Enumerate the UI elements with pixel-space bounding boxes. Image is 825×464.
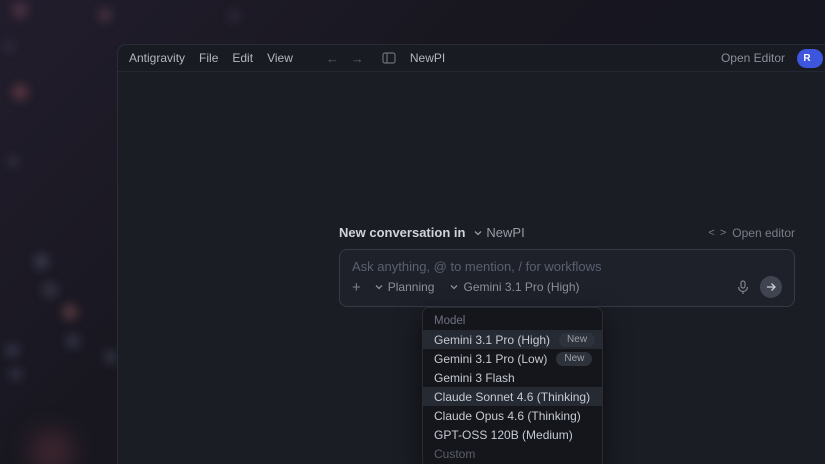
bokeh-dot [98, 8, 112, 22]
forward-arrow-icon[interactable]: → [351, 51, 364, 66]
model-option-claude-sonnet-46[interactable]: Claude Sonnet 4.6 (Thinking) [423, 387, 602, 406]
new-badge: New [556, 351, 593, 366]
account-avatar-badge[interactable]: R [797, 48, 823, 68]
prompt-input[interactable] [352, 259, 782, 274]
bokeh-dot [4, 42, 14, 52]
back-arrow-icon[interactable]: ← [326, 51, 339, 66]
model-option-gemini-31-pro-high[interactable]: Gemini 3.1 Pro (High) New [423, 330, 602, 349]
window-title: NewPI [409, 51, 446, 65]
bokeh-dot [30, 430, 74, 464]
conversation-heading: New conversation in [339, 225, 466, 240]
chevron-down-icon [375, 285, 383, 290]
bokeh-dot [34, 254, 49, 269]
prompt-composer: + Planning Gemini 3.1 Pro (High) [339, 249, 795, 307]
model-option-gemini-3-flash[interactable]: Gemini 3 Flash [423, 368, 602, 387]
bokeh-dot [12, 84, 28, 100]
bokeh-dot [8, 156, 19, 167]
project-selector[interactable]: NewPI [474, 225, 525, 240]
model-selector-label: Gemini 3.1 Pro (High) [463, 280, 580, 294]
mode-selector-label: Planning [387, 280, 435, 294]
bokeh-dot [42, 282, 58, 298]
model-option-claude-opus-46[interactable]: Claude Opus 4.6 (Thinking) [423, 406, 602, 425]
project-name: NewPI [486, 225, 525, 240]
model-selector[interactable]: Gemini 3.1 Pro (High) [450, 280, 580, 294]
model-option-gpt-oss-120b[interactable]: GPT-OSS 120B (Medium) [423, 425, 602, 444]
bokeh-dot [66, 334, 80, 348]
composer-toolbar: + Planning Gemini 3.1 Pro (High) [352, 276, 782, 298]
menu-file[interactable]: File [192, 51, 225, 65]
microphone-button[interactable] [737, 279, 749, 295]
add-attachment-button[interactable]: + [352, 280, 361, 295]
new-badge: New [559, 332, 596, 347]
bokeh-dot [6, 344, 19, 357]
menu-antigravity[interactable]: Antigravity [129, 51, 192, 65]
model-dropdown-menu: Model Gemini 3.1 Pro (High) New Gemini 3… [422, 307, 603, 464]
send-button[interactable] [760, 276, 782, 298]
toggle-panel-icon[interactable] [382, 52, 396, 64]
bokeh-dot [62, 304, 78, 320]
model-option-gemini-31-pro-low[interactable]: Gemini 3.1 Pro (Low) New [423, 349, 602, 368]
titlebar: Antigravity File Edit View ← → NewPI Ope… [118, 45, 825, 72]
model-menu-header: Model [434, 315, 466, 327]
microphone-icon [737, 279, 749, 294]
open-editor-button[interactable]: Open Editor [721, 51, 785, 65]
code-brackets-icon: < > [708, 226, 728, 239]
menu-view[interactable]: View [260, 51, 300, 65]
arrow-right-icon [766, 283, 776, 291]
menu-edit[interactable]: Edit [225, 51, 260, 65]
history-nav: ← → [326, 51, 364, 66]
model-option-custom[interactable]: Custom [423, 444, 602, 463]
app-window: Antigravity File Edit View ← → NewPI Ope… [117, 44, 825, 464]
open-editor-link[interactable]: < > Open editor [708, 226, 795, 240]
chevron-down-icon [474, 230, 482, 235]
bokeh-dot [10, 368, 22, 380]
bokeh-dot [12, 2, 28, 18]
mode-selector[interactable]: Planning [375, 280, 435, 294]
conversation-header: New conversation in NewPI < > Open edito… [339, 225, 795, 240]
bokeh-dot [228, 10, 240, 22]
chevron-down-icon [451, 285, 458, 290]
bokeh-dot [104, 350, 118, 364]
open-editor-link-label: Open editor [732, 225, 795, 240]
